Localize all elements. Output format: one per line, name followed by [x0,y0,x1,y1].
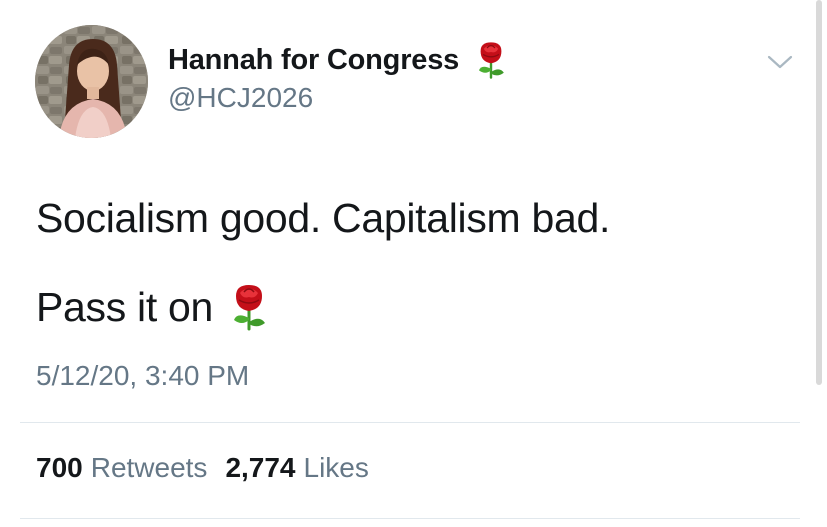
rose-emoji-icon [479,42,504,79]
retweets-stat[interactable]: 700 Retweets [36,452,207,484]
tweet-card: Hannah for Congress @HCJ2026 Socialism g… [0,0,827,527]
retweets-label: Retweets [90,452,208,483]
tweet-text-line-1: Socialism good. Capitalism bad. [36,195,611,241]
avatar[interactable] [35,25,148,138]
likes-stat[interactable]: 2,774 Likes [225,452,368,484]
divider [20,422,800,423]
engagement-stats: 700 Retweets 2,774 Likes [36,452,369,484]
tweet-text-line-2-text: Pass it on [36,283,214,330]
rose-emoji-icon [234,285,266,331]
divider [20,518,800,519]
chevron-down-icon[interactable] [765,50,795,74]
name-row: Hannah for Congress [168,40,509,80]
display-name[interactable]: Hannah for Congress [168,44,459,77]
tweet-text-line-2: Pass it on [36,282,271,332]
timestamp[interactable]: 5/12/20, 3:40 PM [36,360,249,392]
handle[interactable]: @HCJ2026 [168,82,313,114]
likes-label: Likes [303,452,369,483]
retweets-count: 700 [36,452,83,483]
likes-count: 2,774 [225,452,296,483]
scrollbar[interactable] [816,0,822,385]
